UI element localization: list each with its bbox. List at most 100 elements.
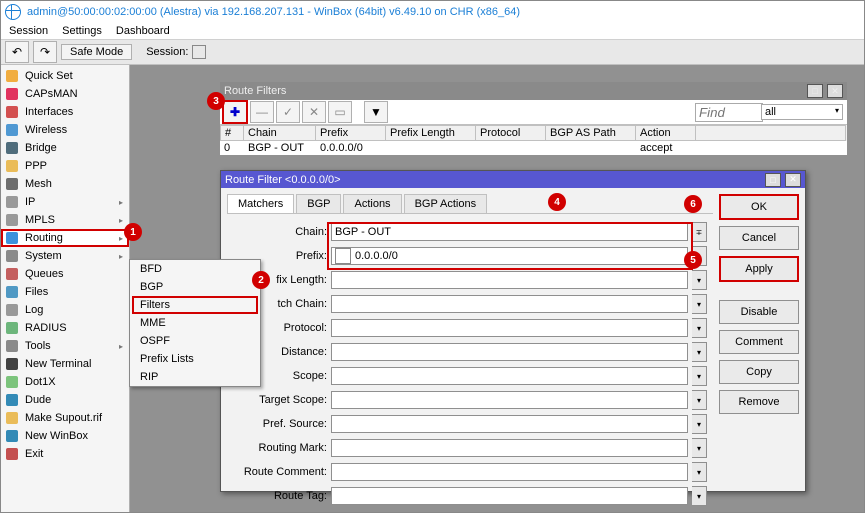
sidebar-item-tools[interactable]: Tools▸ [1, 337, 129, 355]
routing-submenu-rip[interactable]: RIP [130, 368, 260, 386]
field-dropdown-icon[interactable]: ▾ [692, 318, 707, 338]
sidebar-item-label: Routing [25, 232, 63, 244]
sidebar-item-dude[interactable]: Dude [1, 391, 129, 409]
field-dropdown-icon[interactable]: ▾ [692, 438, 707, 458]
route-filters-titlebar[interactable]: Route Filters □ ✕ [220, 82, 847, 100]
menu-settings[interactable]: Settings [62, 25, 102, 37]
dialog-form: Matchers BGP Actions BGP Actions Chain:B… [227, 194, 713, 485]
enable-button[interactable]: ✓ [276, 101, 300, 123]
tab-matchers[interactable]: Matchers [227, 194, 294, 213]
sidebar-item-log[interactable]: Log [1, 301, 129, 319]
sidebar-item-radius[interactable]: RADIUS [1, 319, 129, 337]
routing-submenu-mme[interactable]: MME [130, 314, 260, 332]
field-distance-input[interactable] [331, 343, 688, 361]
close-icon[interactable]: ✕ [827, 84, 843, 98]
comment-dialog-button[interactable]: Comment [719, 330, 799, 354]
route-filters-row[interactable]: 0BGP - OUT0.0.0.0/0accept [220, 141, 847, 155]
field-dropdown-icon[interactable]: ▾ [692, 366, 707, 386]
dialog-close-icon[interactable]: ✕ [785, 173, 801, 187]
window-title: admin@50:00:00:02:00:00 (Alestra) via 19… [27, 6, 520, 18]
column-header[interactable]: Prefix [316, 125, 386, 141]
field-tscope-input[interactable] [331, 391, 688, 409]
undo-button[interactable]: ↶ [5, 41, 29, 63]
apply-button[interactable]: Apply [719, 256, 799, 282]
field-dropdown-icon[interactable]: ▾ [692, 486, 707, 506]
sidebar-item-wireless[interactable]: Wireless [1, 121, 129, 139]
routing-submenu-bgp[interactable]: BGP [130, 278, 260, 296]
sidebar-item-capsman[interactable]: CAPsMAN [1, 85, 129, 103]
routing-submenu-filters[interactable]: Filters [130, 296, 260, 314]
column-header[interactable]: BGP AS Path [546, 125, 636, 141]
sidebar-item-files[interactable]: Files [1, 283, 129, 301]
disable-button[interactable]: ✕ [302, 101, 326, 123]
sidebar-item-new-winbox[interactable]: New WinBox [1, 427, 129, 445]
sidebar-item-system[interactable]: System▸ [1, 247, 129, 265]
sidebar-item-exit[interactable]: Exit [1, 445, 129, 463]
prefix-checkbox[interactable] [335, 248, 351, 264]
field-scope-input[interactable] [331, 367, 688, 385]
column-header[interactable]: Chain [244, 125, 316, 141]
tab-bgp-actions[interactable]: BGP Actions [404, 194, 488, 213]
column-header[interactable]: # [220, 125, 244, 141]
field-dropdown-icon[interactable]: ▾ [692, 462, 707, 482]
field-dropdown-icon[interactable]: ▾ [692, 390, 707, 410]
ok-button[interactable]: OK [719, 194, 799, 220]
field-dropdown-icon[interactable]: ∓ [692, 222, 707, 242]
column-header[interactable]: Prefix Length [386, 125, 476, 141]
menu-session[interactable]: Session [9, 25, 48, 37]
routing-submenu-ospf[interactable]: OSPF [130, 332, 260, 350]
field-plen-input[interactable] [331, 271, 688, 289]
dialog-title: Route Filter <0.0.0.0/0> [225, 174, 341, 186]
comment-button[interactable]: ▭ [328, 101, 352, 123]
remove-button[interactable]: — [250, 101, 274, 123]
sidebar-item-ip[interactable]: IP▸ [1, 193, 129, 211]
dialog-titlebar[interactable]: Route Filter <0.0.0.0/0> □ ✕ [221, 171, 805, 188]
dialog-tabs: Matchers BGP Actions BGP Actions [227, 194, 713, 214]
routing-submenu-prefix-lists[interactable]: Prefix Lists [130, 350, 260, 368]
copy-dialog-button[interactable]: Copy [719, 360, 799, 384]
field-rtag-input[interactable] [331, 487, 688, 505]
sidebar-item-interfaces[interactable]: Interfaces [1, 103, 129, 121]
field-rmark-input[interactable] [331, 439, 688, 457]
routing-submenu-bfd[interactable]: BFD [130, 260, 260, 278]
field-dropdown-icon[interactable]: ▾ [692, 270, 707, 290]
filter-icon[interactable]: ▼ [364, 101, 388, 123]
filter-all-select[interactable]: all ▾ [761, 104, 843, 120]
field-dropdown-icon[interactable]: ▾ [692, 342, 707, 362]
files-icon [5, 285, 19, 299]
sidebar-item-queues[interactable]: Queues [1, 265, 129, 283]
tab-actions[interactable]: Actions [343, 194, 401, 213]
dialog-minimize-icon[interactable]: □ [765, 173, 781, 187]
column-header[interactable]: Protocol [476, 125, 546, 141]
field-protocol-input[interactable] [331, 319, 688, 337]
field-dropdown-icon[interactable]: ▾ [692, 294, 707, 314]
sidebar-item-make-supout-rif[interactable]: Make Supout.rif [1, 409, 129, 427]
sidebar-item-routing[interactable]: Routing▸ [1, 229, 129, 247]
field-psrc-input[interactable] [331, 415, 688, 433]
tab-bgp[interactable]: BGP [296, 194, 341, 213]
menu-dashboard[interactable]: Dashboard [116, 25, 170, 37]
column-header[interactable]: Action [636, 125, 696, 141]
field-matchchain-input[interactable] [331, 295, 688, 313]
sidebar-item-ppp[interactable]: PPP [1, 157, 129, 175]
remove-dialog-button[interactable]: Remove [719, 390, 799, 414]
sidebar-item-new-terminal[interactable]: New Terminal [1, 355, 129, 373]
sidebar-item-quick-set[interactable]: Quick Set [1, 67, 129, 85]
cancel-button[interactable]: Cancel [719, 226, 799, 250]
column-header[interactable] [696, 125, 846, 141]
sidebar-item-mesh[interactable]: Mesh [1, 175, 129, 193]
sidebar-item-label: IP [25, 196, 35, 208]
sidebar-item-mpls[interactable]: MPLS▸ [1, 211, 129, 229]
field-dropdown-icon[interactable]: ▾ [692, 414, 707, 434]
add-button[interactable]: ✚ [222, 100, 248, 124]
find-input[interactable] [695, 103, 763, 122]
minimize-icon[interactable]: □ [807, 84, 823, 98]
field-rcomment-input[interactable] [331, 463, 688, 481]
field-chain-input[interactable]: BGP - OUT [331, 223, 688, 241]
sidebar-item-dot1x[interactable]: Dot1X [1, 373, 129, 391]
sidebar-item-bridge[interactable]: Bridge [1, 139, 129, 157]
safe-mode-button[interactable]: Safe Mode [61, 44, 132, 60]
disable-dialog-button[interactable]: Disable [719, 300, 799, 324]
field-prefix-input[interactable]: 0.0.0.0/0 [331, 247, 688, 265]
redo-button[interactable]: ↷ [33, 41, 57, 63]
